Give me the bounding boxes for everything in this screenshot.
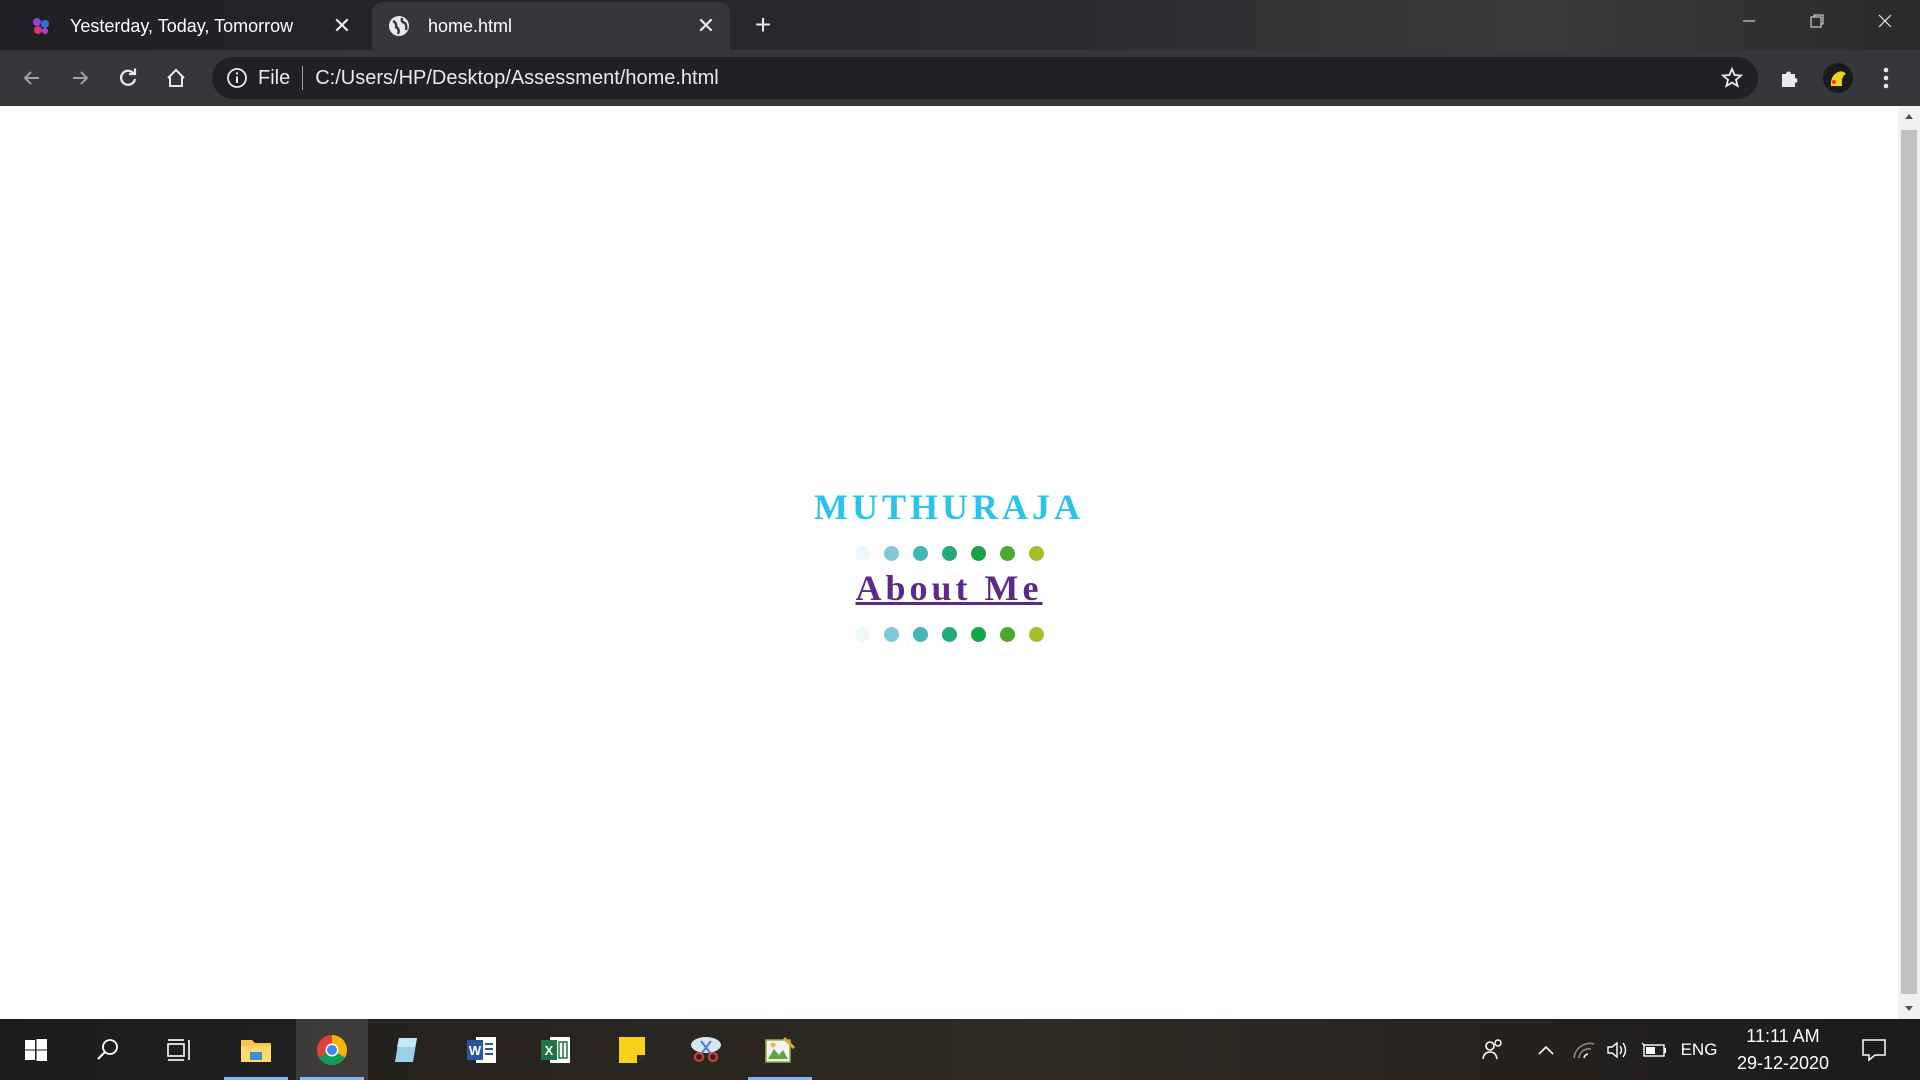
decorative-dot [941, 627, 957, 642]
home-button[interactable] [158, 60, 194, 96]
folder-icon [241, 1039, 271, 1062]
notepad-icon [395, 1037, 417, 1062]
search-button[interactable] [72, 1019, 144, 1080]
close-tab-icon[interactable]: ✕ [692, 12, 720, 40]
decorative-dot [883, 546, 899, 561]
dot-row-top [0, 546, 1898, 561]
flower-icon [30, 15, 52, 37]
word-icon: W [467, 1036, 496, 1063]
profile-avatar[interactable] [1822, 62, 1854, 94]
decorative-dot [970, 627, 986, 642]
forward-button[interactable] [62, 60, 98, 96]
excel-icon: X [541, 1036, 570, 1063]
svg-text:X: X [545, 1043, 554, 1058]
system-clock[interactable]: 11:11 AM 29-12-2020 [1728, 1023, 1838, 1077]
word-button[interactable]: W [446, 1019, 518, 1080]
task-view-icon [167, 1038, 190, 1061]
paint-icon [765, 1036, 796, 1063]
chrome-taskbar-button[interactable] [296, 1019, 368, 1080]
tab-yesterday-today-tomorrow[interactable]: Yesterday, Today, Tomorrow ✕ [14, 2, 366, 50]
decorative-dot [854, 546, 870, 561]
scissors-icon [691, 1036, 721, 1062]
windows-taskbar: W X ENG 11:11 AM 29-12-2020 [0, 1019, 1920, 1080]
decorative-dot [854, 627, 870, 642]
battery-icon[interactable] [1638, 1019, 1670, 1080]
scheme-label: File [258, 66, 291, 89]
back-button[interactable] [14, 60, 50, 96]
reload-icon [120, 68, 137, 86]
dot-row-bottom [0, 627, 1898, 642]
page-scrollbar[interactable] [1898, 106, 1920, 1019]
clock-time: 11:11 AM [1746, 1026, 1820, 1046]
bookmark-star-icon[interactable] [1720, 66, 1744, 90]
decorative-dot [999, 627, 1015, 642]
url-text[interactable]: C:/Users/HP/Desktop/Assessment/home.html [315, 67, 718, 90]
tab-label: home.html [428, 15, 513, 36]
page-viewport: MUTHURAJA About Me [0, 106, 1898, 1019]
extensions-puzzle-icon[interactable] [1774, 62, 1806, 94]
browser-title-bar: Yesterday, Today, Tomorrow ✕ home.html ✕… [0, 0, 1920, 50]
forward-arrow-icon [73, 71, 89, 85]
decorative-dot [970, 546, 986, 561]
chrome-icon [316, 1034, 348, 1065]
paint-button[interactable] [744, 1019, 816, 1080]
sticky-notes-button[interactable] [596, 1019, 668, 1080]
address-bar[interactable]: File C:/Users/HP/Desktop/Assessment/home… [212, 57, 1758, 99]
about-me-link[interactable]: About Me [856, 567, 1043, 609]
action-center-icon[interactable] [1852, 1019, 1896, 1080]
new-tab-button[interactable]: + [748, 9, 778, 40]
task-view-button[interactable] [144, 1019, 216, 1080]
language-indicator[interactable]: ENG [1676, 1019, 1722, 1080]
browser-toolbar: File C:/Users/HP/Desktop/Assessment/home… [0, 50, 1920, 106]
svg-text:W: W [469, 1043, 482, 1058]
snipping-tool-button[interactable] [670, 1019, 742, 1080]
decorative-dot [999, 546, 1015, 561]
windows-logo-icon [25, 1038, 47, 1061]
notepad-button[interactable] [370, 1019, 442, 1080]
search-icon [97, 1038, 118, 1060]
tab-label: Yesterday, Today, Tomorrow [70, 15, 294, 36]
home-icon [167, 68, 185, 87]
clock-date: 29-12-2020 [1736, 1053, 1830, 1073]
info-icon[interactable] [226, 67, 248, 89]
scroll-down-arrow-icon[interactable] [1898, 999, 1920, 1019]
restore-button[interactable] [1782, 0, 1852, 42]
sticky-note-icon [619, 1036, 645, 1063]
chevron-up-icon[interactable] [1530, 1019, 1562, 1080]
scroll-up-arrow-icon[interactable] [1898, 106, 1920, 126]
back-arrow-icon [23, 71, 39, 85]
start-button[interactable] [0, 1019, 72, 1080]
decorative-dot [1028, 627, 1044, 642]
wifi-icon[interactable] [1568, 1019, 1600, 1080]
site-name: MUTHURAJA [814, 487, 1084, 527]
tab-home-html[interactable]: home.html ✕ [372, 2, 730, 50]
people-icon[interactable] [1476, 1019, 1508, 1080]
decorative-dot [912, 546, 928, 561]
globe-icon [388, 15, 410, 37]
decorative-dot [883, 627, 899, 642]
decorative-dot [912, 627, 928, 642]
decorative-dot [1028, 546, 1044, 561]
decorative-dot [941, 546, 957, 561]
close-window-button[interactable] [1850, 0, 1920, 42]
file-explorer-button[interactable] [220, 1019, 292, 1080]
hero-block: MUTHURAJA About Me [0, 486, 1898, 642]
excel-button[interactable]: X [520, 1019, 592, 1080]
speaker-icon[interactable] [1602, 1019, 1634, 1080]
address-divider [302, 66, 304, 90]
reload-button[interactable] [110, 60, 146, 96]
scroll-thumb[interactable] [1901, 130, 1917, 994]
menu-kebab-icon[interactable] [1870, 62, 1902, 94]
minimize-button[interactable] [1714, 0, 1784, 42]
close-tab-icon[interactable]: ✕ [328, 12, 356, 40]
